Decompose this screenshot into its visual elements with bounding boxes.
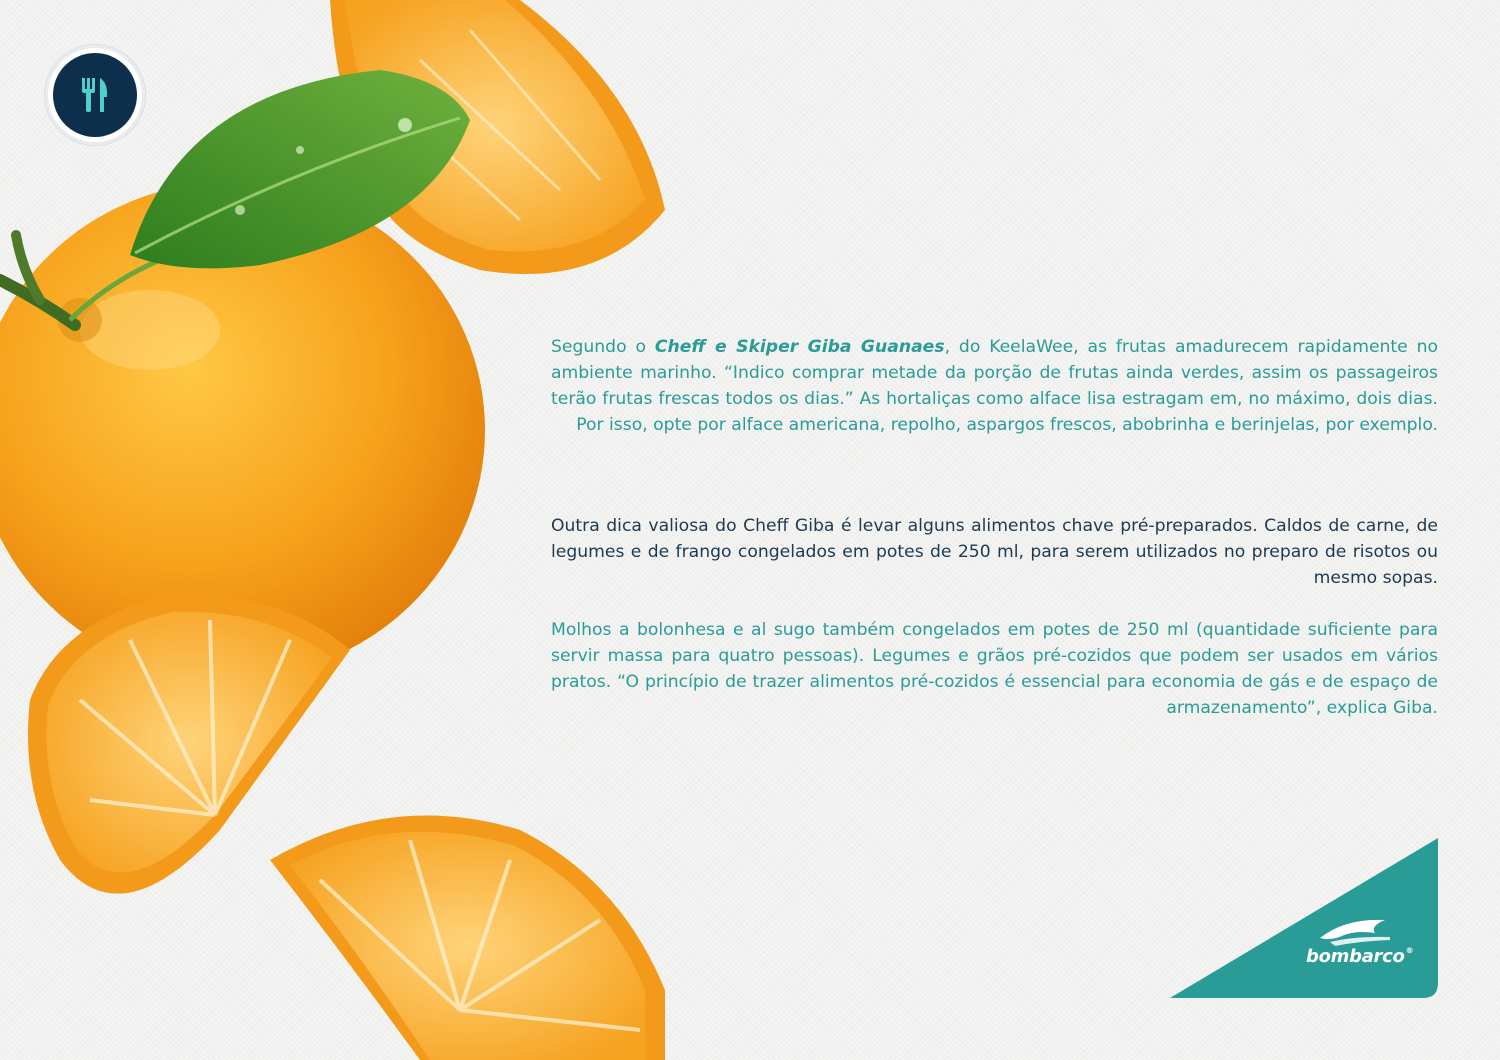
chef-name-highlight: Cheff e Skiper Giba Guanaes: [654, 337, 945, 357]
brand-logo-panel: [1170, 838, 1438, 998]
orange-slice-bottom: [270, 815, 665, 1060]
category-badge: [45, 45, 145, 145]
bombarco-logo: bombarco®: [1306, 946, 1414, 967]
article-paragraph-1: Segundo o Cheff e Skiper Giba Guanaes, d…: [551, 334, 1438, 438]
fork-knife-icon: [82, 78, 108, 112]
article-paragraph-2: Outra dica valiosa do Cheff Giba é levar…: [551, 516, 1438, 588]
article-paragraph-3: Molhos a bolonhesa e al sugo também cong…: [551, 620, 1438, 718]
paragraph-1-intro: Segundo o: [551, 337, 655, 357]
